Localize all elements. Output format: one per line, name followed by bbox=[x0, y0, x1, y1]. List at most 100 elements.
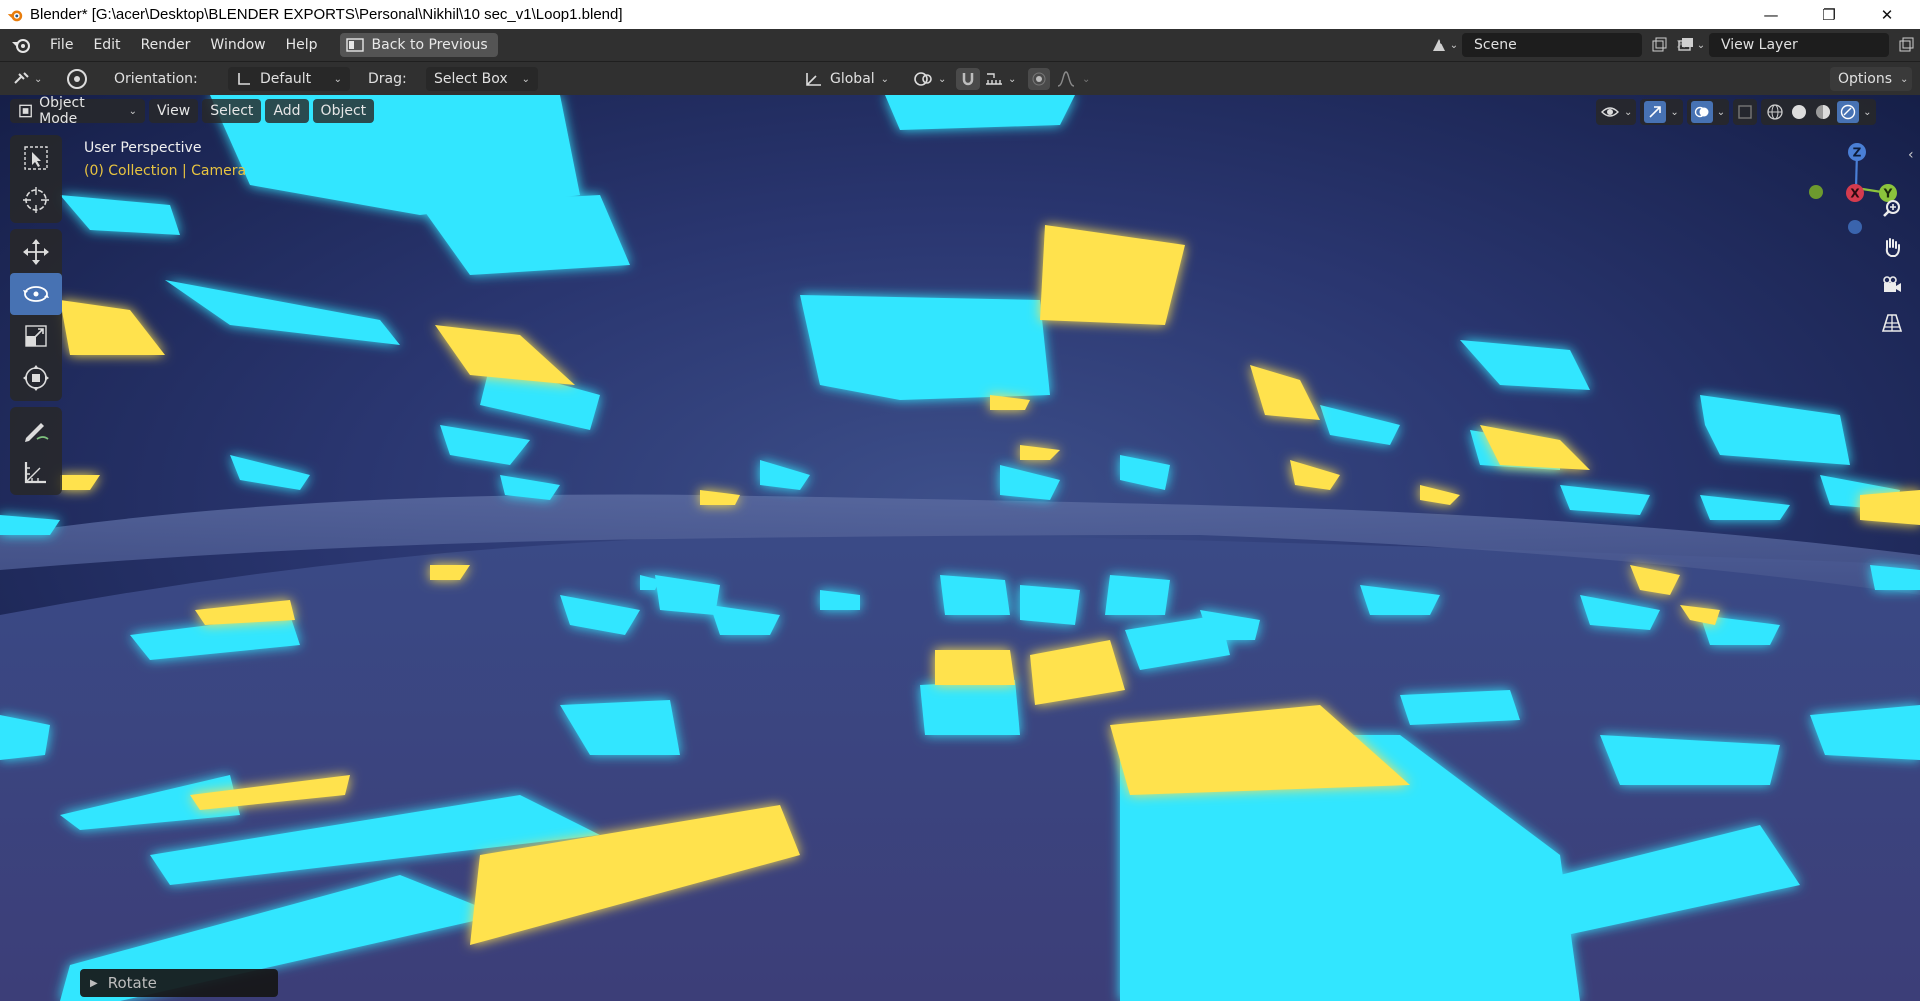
blender-topbar: File Edit Render Window Help Back to Pre… bbox=[0, 29, 1920, 61]
perspective-toggle-button[interactable] bbox=[1878, 309, 1906, 337]
snap-toggle-button[interactable] bbox=[956, 67, 980, 91]
viewport-header: Object Mode ⌄ View Select Add Object bbox=[10, 95, 375, 127]
scale-tool[interactable] bbox=[10, 315, 62, 357]
duplicate-icon bbox=[1652, 37, 1667, 52]
window-titlebar: Blender* [G:\acer\Desktop\BLENDER EXPORT… bbox=[0, 0, 1920, 29]
xray-toggle[interactable] bbox=[1733, 99, 1758, 125]
transform-tool-group bbox=[10, 229, 62, 401]
measure-tool[interactable] bbox=[10, 451, 62, 493]
zoom-button[interactable] bbox=[1878, 195, 1906, 223]
close-button[interactable]: ✕ bbox=[1858, 0, 1916, 29]
last-operator-label: Rotate bbox=[107, 974, 157, 992]
material-preview-icon[interactable] bbox=[1813, 102, 1833, 122]
3d-viewport[interactable]: Object Mode ⌄ View Select Add Object ⌄ ⌄… bbox=[0, 95, 1920, 1001]
snap-target-dropdown[interactable]: ⌄ bbox=[984, 67, 1016, 91]
expand-triangle-icon: ▶ bbox=[90, 977, 98, 989]
viewport-menu-select[interactable]: Select bbox=[202, 99, 262, 123]
orientation-icon bbox=[238, 73, 250, 85]
xray-icon bbox=[1738, 105, 1752, 119]
scene-name-field[interactable]: Scene bbox=[1462, 33, 1642, 57]
view-layer-browse-button[interactable]: ⌄ bbox=[1673, 33, 1709, 57]
zoom-magnifier-icon bbox=[1883, 200, 1900, 217]
viewport-menu-add[interactable]: Add bbox=[265, 99, 309, 123]
camera-icon bbox=[1883, 276, 1901, 292]
object-menu-label: Object bbox=[320, 103, 367, 119]
orientation-dropdown[interactable]: Default ⌄ bbox=[228, 67, 350, 91]
transform-tool[interactable] bbox=[10, 357, 62, 399]
object-mode-dropdown[interactable]: Object Mode ⌄ bbox=[10, 95, 145, 127]
chevron-down-icon[interactable]: ⌄ bbox=[1863, 107, 1871, 118]
chevron-down-icon: ⌄ bbox=[128, 105, 137, 117]
proportional-editing-button[interactable]: ⌄ bbox=[1028, 67, 1090, 91]
visibility-dropdown[interactable]: ⌄ bbox=[1596, 99, 1637, 125]
overlays-toggle[interactable]: ⌄ bbox=[1686, 99, 1730, 125]
select-box-tool[interactable] bbox=[10, 137, 62, 179]
gizmo-icon bbox=[1649, 106, 1662, 118]
overlays-icon bbox=[1694, 106, 1709, 118]
pan-button[interactable] bbox=[1878, 233, 1906, 261]
blender-menu-icon[interactable] bbox=[0, 29, 40, 61]
maximize-icon: ❐ bbox=[1822, 5, 1836, 24]
object-mode-label: Object Mode bbox=[39, 95, 85, 127]
chevron-down-icon: ⌄ bbox=[34, 73, 43, 85]
cursor-tool[interactable] bbox=[10, 179, 62, 221]
grid-perspective-icon bbox=[1881, 314, 1903, 332]
viewport-menu-object[interactable]: Object bbox=[312, 99, 375, 123]
back-to-previous-button[interactable]: Back to Previous bbox=[339, 33, 498, 57]
drag-value: Select Box bbox=[434, 71, 508, 87]
viewport-render[interactable] bbox=[0, 95, 1920, 1001]
move-tool[interactable] bbox=[10, 231, 62, 273]
last-operator-panel[interactable]: ▶ Rotate bbox=[80, 969, 278, 997]
rendered-shading-button[interactable] bbox=[1837, 101, 1860, 123]
options-dropdown[interactable]: Options ⌄ bbox=[1830, 67, 1912, 91]
duplicate-icon bbox=[1899, 37, 1914, 52]
scene-selector: ⌄ Scene ✕ bbox=[1426, 33, 1692, 57]
solid-shading-icon[interactable] bbox=[1789, 102, 1809, 122]
chevron-down-icon: ⌄ bbox=[1696, 39, 1706, 51]
transform-icon bbox=[23, 365, 49, 391]
annotate-tool[interactable] bbox=[10, 409, 62, 451]
menu-render[interactable]: Render bbox=[131, 29, 201, 61]
rotate-icon bbox=[23, 286, 49, 302]
scene-icon bbox=[1432, 39, 1445, 51]
menu-edit[interactable]: Edit bbox=[83, 29, 130, 61]
view-layer-selector: ⌄ View Layer ✕ bbox=[1673, 33, 1920, 57]
viewport-menu-view[interactable]: View bbox=[149, 99, 199, 123]
select-box-icon bbox=[24, 146, 48, 170]
back-to-previous-label: Back to Previous bbox=[371, 37, 488, 53]
pivot-point-dropdown[interactable]: ⌄ bbox=[912, 67, 946, 91]
gizmo-neg-y-axis[interactable] bbox=[1809, 185, 1823, 199]
gizmo-toggle[interactable]: ⌄ bbox=[1640, 99, 1683, 125]
select-menu-label: Select bbox=[210, 103, 254, 119]
view-layer-name: View Layer bbox=[1721, 37, 1798, 53]
chevron-down-icon: ⌄ bbox=[1900, 73, 1909, 85]
editor-type-button[interactable]: ⌄ bbox=[12, 67, 42, 91]
camera-view-button[interactable] bbox=[1878, 271, 1906, 299]
gizmo-neg-z-axis[interactable] bbox=[1848, 220, 1862, 234]
minimize-button[interactable]: — bbox=[1742, 0, 1800, 29]
view-layer-name-field[interactable]: View Layer bbox=[1709, 33, 1889, 57]
menu-help[interactable]: Help bbox=[276, 29, 328, 61]
active-tool-icon-button[interactable] bbox=[62, 67, 92, 91]
wireframe-shading-icon[interactable] bbox=[1765, 102, 1785, 122]
chevron-down-icon: ⌄ bbox=[1082, 73, 1091, 85]
menu-file[interactable]: File bbox=[40, 29, 83, 61]
viewport-shading-controls: ⌄ ⌄ ⌄ ⌄ bbox=[1596, 99, 1876, 125]
measure-ruler-icon bbox=[24, 462, 46, 484]
rotate-tool[interactable] bbox=[10, 273, 62, 315]
object-mode-icon bbox=[19, 104, 32, 118]
tool-shelf bbox=[10, 135, 62, 501]
new-view-layer-button[interactable] bbox=[1895, 33, 1917, 57]
pivot-point-icon bbox=[914, 72, 932, 86]
sidebar-toggle-arrow-icon[interactable]: ‹ bbox=[1908, 147, 1914, 163]
cursor-icon bbox=[23, 187, 49, 213]
blender-logo-icon bbox=[7, 10, 23, 21]
maximize-button[interactable]: ❐ bbox=[1800, 0, 1858, 29]
menu-window[interactable]: Window bbox=[200, 29, 275, 61]
magnet-icon bbox=[962, 73, 974, 86]
scene-browse-button[interactable]: ⌄ bbox=[1426, 33, 1462, 57]
transform-orientation-dropdown[interactable]: Global ⌄ bbox=[804, 67, 889, 91]
drag-dropdown[interactable]: Select Box ⌄ bbox=[426, 67, 538, 91]
chevron-down-icon: ⌄ bbox=[333, 73, 342, 85]
new-scene-button[interactable] bbox=[1648, 33, 1670, 57]
